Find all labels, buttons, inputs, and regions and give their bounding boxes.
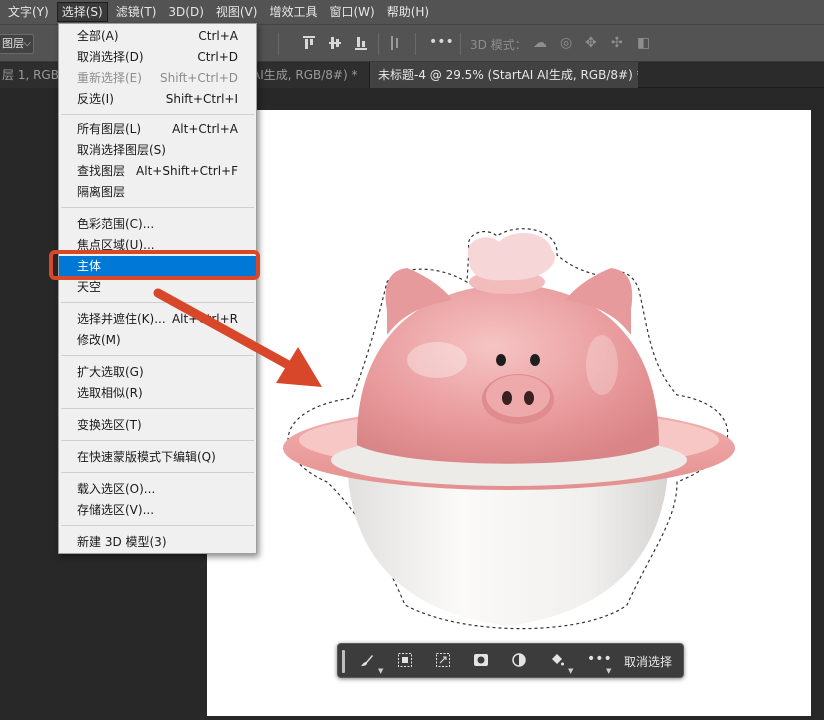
menu-item-transform-selection[interactable]: 变换选区(T)	[59, 415, 256, 436]
align-top-icon[interactable]	[302, 35, 316, 55]
more-dots-icon[interactable]: •••	[429, 34, 454, 50]
menu-help[interactable]: 帮助(H)	[383, 2, 433, 22]
pig-pot-image	[283, 228, 735, 630]
tab-doc-active[interactable]: 未标题-4 @ 29.5% (StartAI AI生成, RGB/8#) *	[370, 62, 638, 88]
tab-doc-2[interactable]: AI生成, RGB/8#) *	[252, 62, 370, 88]
more-dots-icon[interactable]: •••	[587, 651, 612, 667]
menu-select[interactable]: 选择(S)	[56, 2, 108, 22]
caret-down-icon: ▼	[568, 667, 574, 675]
toolbar-divider	[278, 33, 279, 55]
menu-text[interactable]: 文字(Y)	[4, 2, 53, 22]
menu-item-save-selection[interactable]: 存储选区(V)...	[59, 500, 256, 521]
menu-separator	[61, 408, 254, 409]
menu-plugins[interactable]: 增效工具	[265, 2, 321, 22]
chevron-down-icon: ⌵	[23, 38, 31, 49]
menu-item-deselect[interactable]: 取消选择(D) Ctrl+D	[59, 47, 256, 68]
3d-camera-icon[interactable]: ◧	[637, 35, 650, 51]
toolbar-divider	[460, 33, 461, 55]
align-bottom-icon[interactable]	[354, 35, 368, 55]
menu-item-reselect: 重新选择(E) Shift+Ctrl+D	[77, 71, 238, 85]
menu-item-deselect-layers[interactable]: 取消选择图层(S)	[59, 140, 256, 161]
toolbar-divider	[378, 33, 379, 55]
3d-roll-icon[interactable]: ◎	[560, 35, 572, 51]
menu-item-quick-mask[interactable]: 在快速蒙版模式下编辑(Q)	[59, 447, 256, 468]
menu-window[interactable]: 窗口(W)	[325, 2, 378, 22]
half-circle-icon[interactable]	[511, 652, 527, 672]
menu-item-isolate-layers[interactable]: 隔离图层	[59, 182, 256, 203]
brush-icon[interactable]	[359, 652, 375, 672]
3d-pan-icon[interactable]: ✥	[585, 35, 597, 51]
transform-icon[interactable]	[435, 652, 451, 672]
menu-item-color-range[interactable]: 色彩范围(C)...	[59, 214, 256, 235]
menu-separator	[61, 525, 254, 526]
menu-item-load-selection[interactable]: 载入选区(O)...	[59, 479, 256, 500]
contextual-task-bar: ▼ ▼ ••• ▼ 取消选择	[337, 643, 684, 678]
circle-mask-icon[interactable]	[473, 652, 489, 672]
drag-handle[interactable]	[342, 650, 345, 673]
paint-bucket-icon[interactable]	[549, 652, 565, 672]
menu-item-find-layers[interactable]: 查找图层 Alt+Shift+Ctrl+F	[59, 161, 256, 182]
menu-view[interactable]: 视图(V)	[212, 2, 262, 22]
menu-item-all-layers[interactable]: 所有图层(L) Alt+Ctrl+A	[59, 119, 256, 140]
layer-select-value: 图层	[2, 37, 24, 50]
layer-select-dropdown[interactable]: 图层 ⌵	[0, 34, 34, 54]
document-canvas[interactable]	[207, 110, 811, 716]
deselect-button[interactable]: 取消选择	[624, 653, 672, 670]
annotation-arrow-icon	[153, 288, 322, 387]
3d-slide-icon[interactable]: ✣	[611, 35, 623, 51]
menu-separator	[61, 207, 254, 208]
menu-filter[interactable]: 滤镜(T)	[112, 2, 161, 22]
3d-orbit-icon[interactable]: ☁	[533, 35, 547, 51]
annotation-highlight-box	[49, 250, 260, 280]
caret-down-icon: ▼	[378, 667, 384, 675]
menu-separator	[61, 114, 254, 115]
caret-down-icon: ▼	[606, 667, 612, 675]
menu-item-new-3d-model[interactable]: 新建 3D 模型(3)	[59, 532, 256, 553]
toolbar-divider	[415, 33, 416, 55]
mask-icon[interactable]	[397, 652, 413, 672]
menu-bar: 文字(Y) 选择(S) 滤镜(T) 3D(D) 视图(V) 增效工具 窗口(W)…	[0, 0, 824, 24]
3d-mode-label: 3D 模式：	[470, 38, 527, 52]
distribute-icon[interactable]	[390, 35, 400, 55]
menu-item-select-all[interactable]: 全部(A) Ctrl+A	[59, 26, 256, 47]
menu-separator	[61, 440, 254, 441]
align-vertical-center-icon[interactable]	[328, 35, 342, 55]
menu-item-inverse[interactable]: 反选(I) Shift+Ctrl+I	[59, 89, 256, 110]
menu-separator	[61, 472, 254, 473]
menu-3d[interactable]: 3D(D)	[164, 2, 207, 22]
